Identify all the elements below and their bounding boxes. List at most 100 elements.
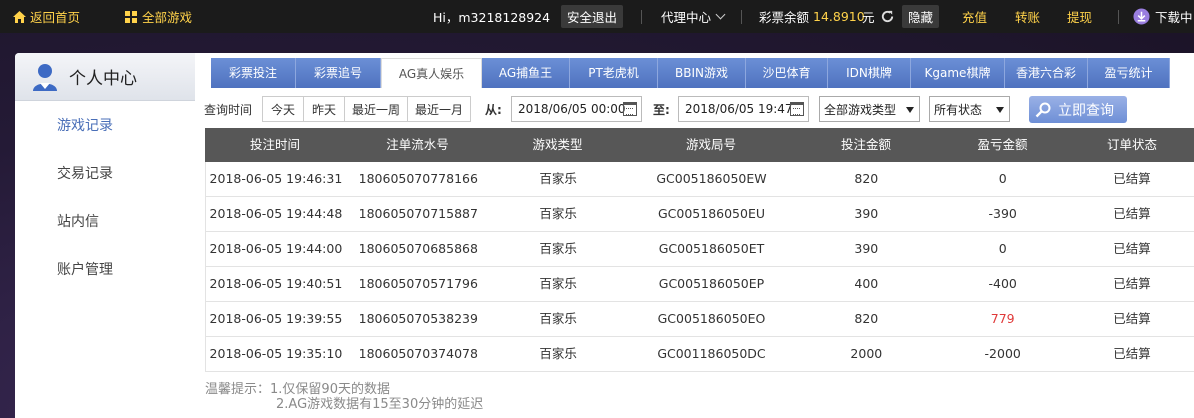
tab-hk-mark-six[interactable]: 香港六合彩 [1005,58,1088,88]
to-date-input[interactable]: 2018/06/05 19:47 [678,96,809,122]
to-label: 至: [653,103,670,117]
to-date-value: 2018/06/05 19:47 [685,102,793,116]
cell-game-type: 百家乐 [539,311,577,326]
cell-bet-amount: 2000 [850,346,883,361]
game-type-value: 全部游戏类型 [824,102,897,117]
all-games-label: 全部游戏 [142,10,193,25]
status-select[interactable]: 所有状态 [929,96,1010,122]
cell-round-id: GC005186050EP [658,276,765,291]
cell-game-type: 百家乐 [539,171,577,186]
tab-pt-slots[interactable]: PT老虎机 [570,58,658,88]
cell-bet-time: 2018-06-05 19:40:51 [209,276,343,291]
refresh-icon [881,10,894,23]
cell-serial: 180605070685868 [358,241,478,256]
dropdown-arrow-icon [996,107,1004,113]
tab-bbin-games[interactable]: BBIN游戏 [658,58,746,88]
table-row: 2018-06-05 19:44:00 180605070685868 百家乐 GC0… [205,232,1194,267]
home-link[interactable]: 返回首页 [13,0,80,33]
cell-profit: 779 [990,311,1015,326]
cell-game-type: 百家乐 [539,346,577,361]
home-link-label: 返回首页 [30,10,81,25]
from-label: 从: [485,103,502,117]
from-date-input[interactable]: 2018/06/05 00:00 [511,96,642,122]
table-header: 投注时间 注单流水号 游戏类型 游戏局号 投注金额 盈亏金额 订单状态 [205,128,1194,162]
column-header-game-type: 游戏类型 [532,137,583,152]
divider [1118,10,1119,24]
cell-round-id: GC005186050EW [656,171,767,186]
records-table: 投注时间 注单流水号 游戏类型 游戏局号 投注金额 盈亏金额 订单状态 2018… [205,128,1194,372]
cell-status: 已结算 [1113,171,1151,186]
dropdown-arrow-icon [906,107,914,113]
cell-bet-amount: 820 [854,171,879,186]
cell-bet-time: 2018-06-05 19:35:10 [209,346,343,361]
cell-bet-time: 2018-06-05 19:46:31 [209,171,343,186]
divider [641,10,642,24]
balance-label: 彩票余额 [759,10,810,25]
main-panel: 彩票投注 彩票追号 AG真人娱乐 AG捕鱼王 PT老虎机 BBIN游戏 沙巴体育… [195,53,1194,418]
table-row: 2018-06-05 19:35:10 180605070374078 百家乐 GC0… [205,337,1194,372]
cell-round-id: GC005186050EU [657,206,766,221]
chevron-down-icon [715,9,726,20]
cell-serial: 180605070571796 [358,276,478,291]
cell-status: 已结算 [1113,311,1151,326]
tab-saba-sports[interactable]: 沙巴体育 [746,58,828,88]
cell-bet-amount: 390 [854,206,879,221]
tips: 温馨提示：1.仅保留90天的数据 2.AG游戏数据有15至30分钟的延迟 [205,382,483,412]
cell-bet-amount: 820 [854,311,879,326]
transfer-link[interactable]: 转账 [1015,0,1040,33]
cell-serial: 180605070374078 [358,346,478,361]
withdraw-link[interactable]: 提现 [1067,0,1092,33]
sidebar-item-messages[interactable]: 站内信 [57,211,99,231]
sidebar-item-account[interactable]: 账户管理 [57,259,113,279]
tips-line-2: 2.AG游戏数据有15至30分钟的延迟 [276,397,484,412]
column-header-round-id: 游戏局号 [685,137,736,152]
quick-today-button[interactable]: 今天 [262,96,304,122]
cell-round-id: GC001186050DC [657,346,766,361]
status-value: 所有状态 [934,102,983,117]
search-icon [1035,102,1051,117]
tab-lottery-chase[interactable]: 彩票追号 [296,58,381,88]
tab-idn-cards[interactable]: IDN棋牌 [828,58,911,88]
agent-center-menu[interactable]: 代理中心 [661,0,726,33]
cell-game-type: 百家乐 [539,206,577,221]
divider [741,10,742,24]
tab-ag-live[interactable]: AG真人娱乐 [381,58,482,88]
column-header-status: 订单状态 [1106,137,1157,152]
balance-unit: 元 [862,10,875,25]
cell-round-id: GC005186050ET [658,241,765,256]
balance-value: 14.8910 [813,9,865,24]
calendar-icon[interactable] [790,102,804,116]
cell-bet-amount: 390 [854,241,879,256]
column-header-bet-amount: 投注金额 [840,137,891,152]
query-button[interactable]: 立即查询 [1029,96,1127,123]
refresh-balance-button[interactable] [880,0,895,33]
calendar-icon[interactable] [623,102,637,116]
quick-yesterday-button[interactable]: 昨天 [303,96,345,122]
query-button-label: 立即查询 [1058,102,1114,119]
cell-status: 已结算 [1113,241,1151,256]
sidebar-item-game-records[interactable]: 游戏记录 [57,115,113,135]
cell-serial: 180605070538239 [358,311,478,326]
recharge-link[interactable]: 充值 [962,0,987,33]
table-row: 2018-06-05 19:40:51 180605070571796 百家乐 GC0… [205,267,1194,302]
tab-ag-fishing[interactable]: AG捕鱼王 [482,58,570,88]
game-type-select[interactable]: 全部游戏类型 [819,96,920,122]
tab-profit-stats[interactable]: 盈亏统计 [1088,58,1170,88]
hide-balance-button[interactable]: 隐藏 [902,5,940,28]
top-bar: 返回首页 全部游戏 Hi，m3218128924 安全退出 代理中心 彩票余额 … [0,0,1194,33]
all-games-link[interactable]: 全部游戏 [125,0,192,33]
quick-last-week-button[interactable]: 最近一周 [344,96,408,122]
cell-profit: 0 [998,241,1007,256]
cell-serial: 180605070715887 [358,206,478,221]
from-date-value: 2018/06/05 00:00 [518,102,626,116]
cell-serial: 180605070778166 [358,171,478,186]
table-body: 2018-06-05 19:46:31 180605070778166 百家乐 GC0… [205,162,1194,372]
logout-button[interactable]: 安全退出 [561,5,624,28]
download-link[interactable]: 下载中 [1133,0,1193,33]
cell-bet-time: 2018-06-05 19:44:48 [209,206,343,221]
tab-lottery-bet[interactable]: 彩票投注 [211,58,296,88]
sidebar-item-transaction-records[interactable]: 交易记录 [57,163,113,183]
quick-last-month-button[interactable]: 最近一月 [407,96,471,122]
filter-bar: 查询时间 今天 昨天 最近一周 最近一月 从: 2018/06/05 00:00… [204,96,1194,123]
tab-kgame-cards[interactable]: Kgame棋牌 [911,58,1005,88]
